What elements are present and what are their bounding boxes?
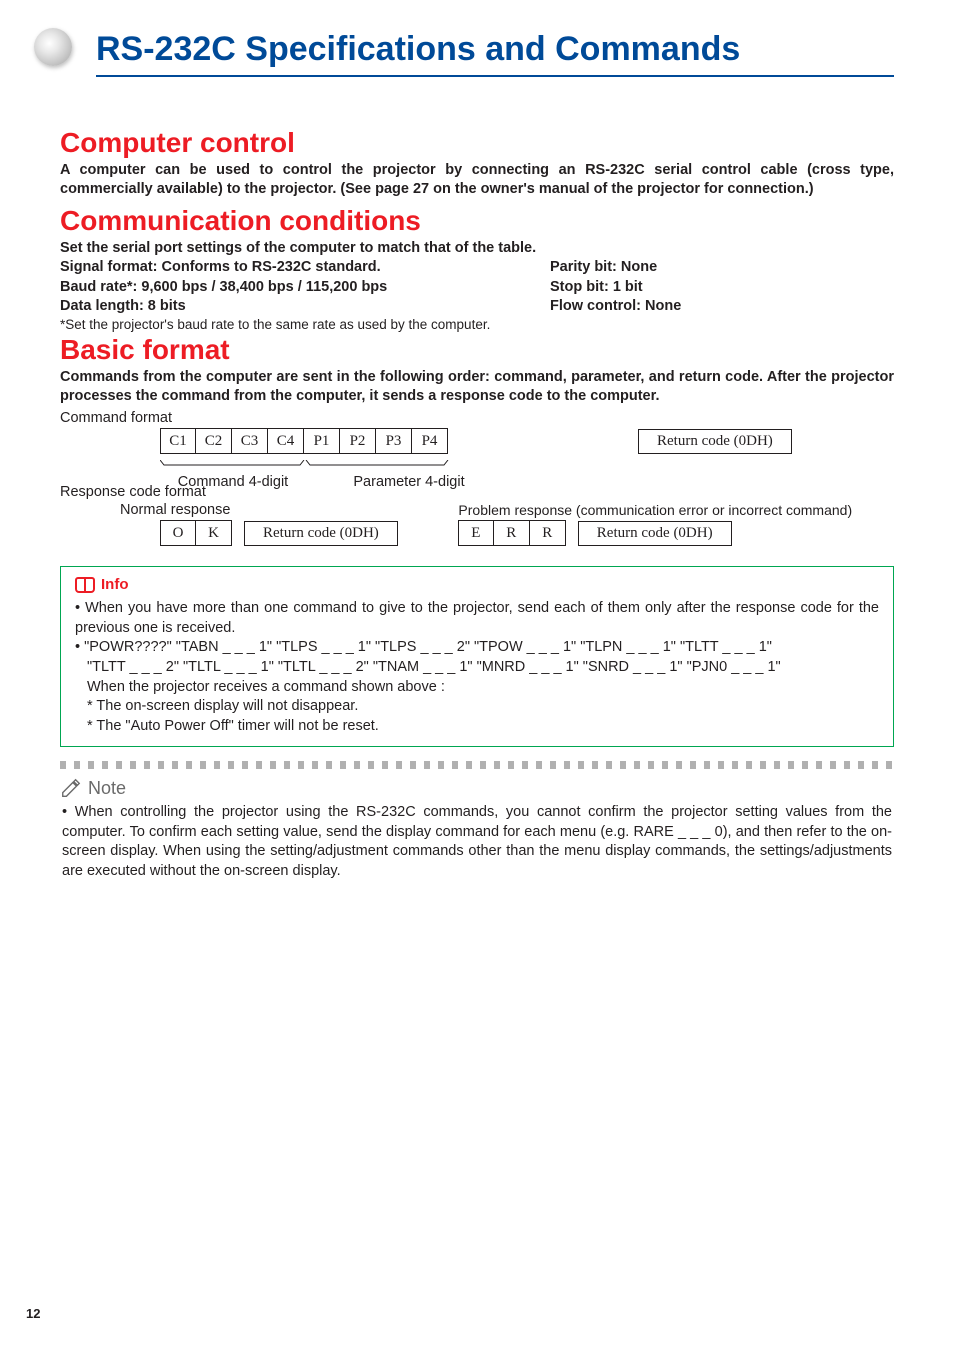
cell-k: K — [196, 520, 232, 546]
cell-c4: C4 — [268, 428, 304, 454]
command-format-row: C1 C2 C3 C4 P1 P2 P3 P4 Return code (0DH… — [60, 428, 894, 454]
return-code-box-2: Return code (0DH) — [244, 521, 398, 546]
note-body: When controlling the projector using the… — [62, 804, 892, 879]
cell-p1: P1 — [304, 428, 340, 454]
info-star1: * The on-screen display will not disappe… — [87, 698, 358, 714]
normal-response-label: Normal response — [120, 502, 230, 518]
cell-c2: C2 — [196, 428, 232, 454]
note-divider — [60, 761, 894, 769]
info-bullet-2-line1: "POWR????" "TABN _ _ _ 1" "TLPS _ _ _ 1"… — [84, 639, 772, 655]
info-bullet-2-line2: "TLTT _ _ _ 2" "TLTL _ _ _ 1" "TLTL _ _ … — [87, 659, 781, 675]
heading-communication-conditions: Communication conditions — [60, 205, 894, 237]
bracket-icon — [160, 460, 450, 467]
return-code-box-1: Return code (0DH) — [638, 429, 792, 454]
heading-computer-control: Computer control — [60, 127, 894, 159]
problem-response-label: Problem response (communication error or… — [458, 502, 852, 518]
computer-control-body: A computer can be used to control the pr… — [60, 161, 894, 199]
page-title: RS-232C Specifications and Commands — [96, 30, 894, 77]
response-row: O K Return code (0DH) E R R Return code … — [60, 520, 894, 546]
return-code-box-3: Return code (0DH) — [578, 521, 732, 546]
info-title: Info — [101, 575, 129, 595]
baud-footnote: *Set the projector's baud rate to the sa… — [60, 317, 894, 332]
page-number: 12 — [26, 1306, 40, 1321]
info-star2: * The "Auto Power Off" timer will not be… — [87, 718, 379, 734]
basic-format-body: Commands from the computer are sent in t… — [60, 368, 894, 406]
comm-intro: Set the serial port settings of the comp… — [60, 239, 894, 258]
cell-c3: C3 — [232, 428, 268, 454]
cell-p4: P4 — [412, 428, 448, 454]
info-box: Info • When you have more than one comma… — [60, 566, 894, 747]
spec-data-length: Data length: 8 bits — [60, 297, 550, 316]
cell-e: E — [458, 520, 494, 546]
spec-parity: Parity bit: None — [550, 258, 894, 277]
book-icon — [75, 577, 95, 593]
bracket-row — [160, 454, 894, 472]
pencil-icon — [60, 777, 82, 799]
command-format-label: Command format — [60, 410, 894, 426]
parameter-4digit-label: Parameter 4-digit — [336, 474, 482, 490]
spec-flow-control: Flow control: None — [550, 297, 894, 316]
section-bullet-icon — [34, 28, 72, 66]
cell-o: O — [160, 520, 196, 546]
note-title: Note — [88, 778, 126, 799]
spec-signal-format: Signal format: Conforms to RS-232C stand… — [60, 258, 550, 277]
heading-basic-format: Basic format — [60, 334, 894, 366]
cell-p2: P2 — [340, 428, 376, 454]
info-bullet-1: When you have more than one command to g… — [75, 600, 879, 636]
cell-r2: R — [530, 520, 566, 546]
info-line3: When the projector receives a command sh… — [87, 679, 445, 695]
cell-r1: R — [494, 520, 530, 546]
cell-c1: C1 — [160, 428, 196, 454]
spec-baud-rate: Baud rate*: 9,600 bps / 38,400 bps / 115… — [60, 278, 550, 297]
spec-stop-bit: Stop bit: 1 bit — [550, 278, 894, 297]
command-cells: C1 C2 C3 C4 P1 P2 P3 P4 — [160, 428, 448, 454]
cell-p3: P3 — [376, 428, 412, 454]
